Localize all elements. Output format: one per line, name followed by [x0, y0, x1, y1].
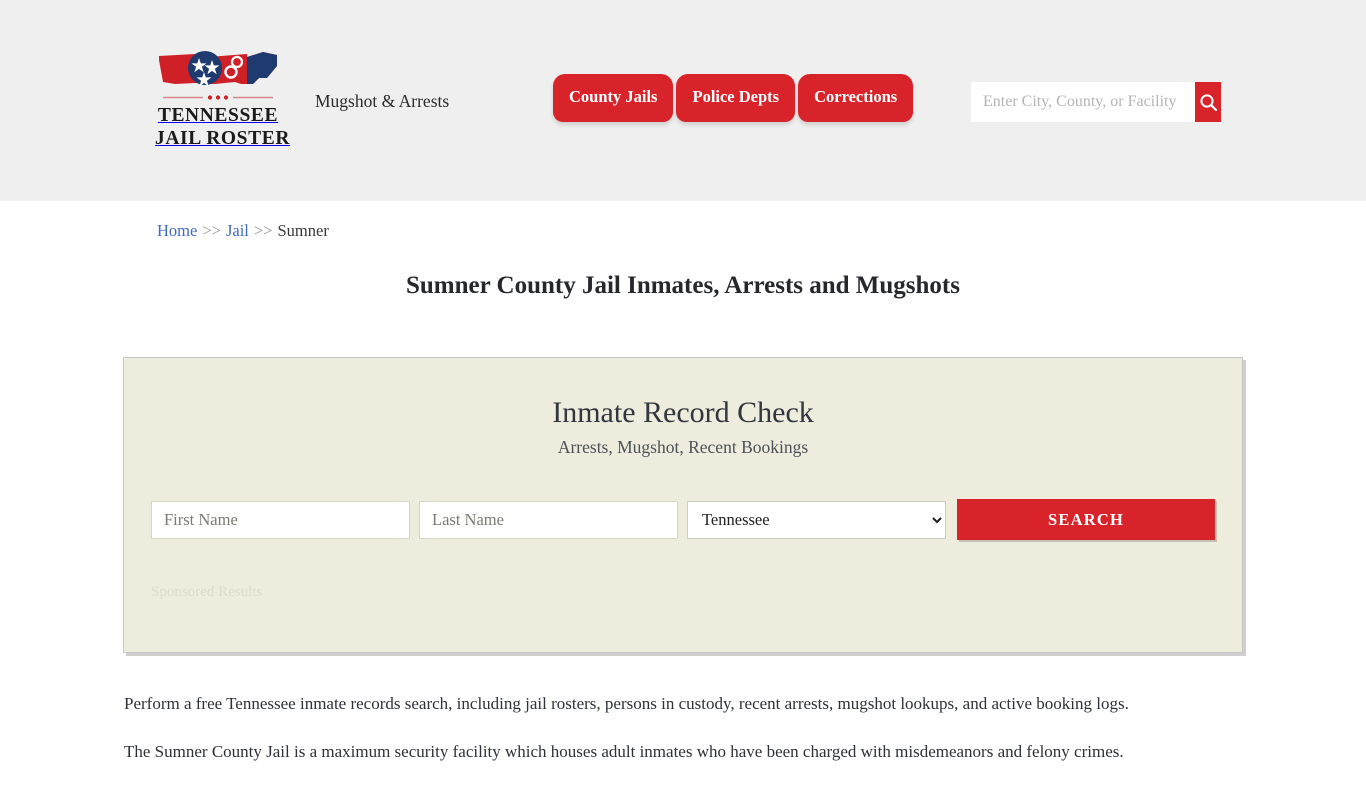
- site-header: TENNESSEE JAIL ROSTER Mugshot & Arrests …: [0, 0, 1366, 201]
- inmate-search-form: Tennessee SEARCH: [151, 499, 1216, 540]
- logo-text-line1: TENNESSEE: [157, 105, 279, 126]
- header-inner: TENNESSEE JAIL ROSTER Mugshot & Arrests …: [0, 0, 1366, 201]
- header-search-button[interactable]: [1195, 82, 1221, 122]
- logo-text-line2: JAIL ROSTER: [155, 128, 291, 149]
- body-paragraph-2: The Sumner County Jail is a maximum secu…: [124, 742, 1124, 761]
- tennessee-state-handcuffs-logo: [159, 51, 277, 87]
- record-check-title: Inmate Record Check: [552, 396, 814, 429]
- site-logo[interactable]: TENNESSEE JAIL ROSTER: [155, 48, 291, 150]
- nav-item-corrections[interactable]: Corrections: [798, 74, 914, 122]
- breadcrumb-link-jail[interactable]: Jail: [226, 221, 249, 240]
- logo-divider-icon: [163, 95, 273, 100]
- breadcrumb-link-home[interactable]: Home: [157, 221, 197, 240]
- breadcrumb-separator-1: >>: [202, 221, 221, 240]
- nav-item-police-depts[interactable]: Police Depts: [676, 74, 796, 122]
- body-paragraph-1: Perform a free Tennessee inmate records …: [124, 694, 1129, 713]
- sponsored-results-label: Sponsored Results: [151, 584, 263, 600]
- first-name-input[interactable]: [151, 500, 410, 539]
- main-navigation: County Jails Police Depts Corrections: [553, 74, 914, 126]
- inmate-record-check-panel: Inmate Record Check Arrests, Mugshot, Re…: [123, 357, 1243, 653]
- breadcrumb-current: Sumner: [277, 221, 329, 240]
- search-submit-button[interactable]: SEARCH: [957, 499, 1215, 540]
- nav-item-county-jails[interactable]: County Jails: [553, 74, 674, 122]
- breadcrumb-separator-2: >>: [253, 221, 273, 240]
- header-search-input[interactable]: [971, 82, 1195, 122]
- last-name-input[interactable]: [419, 500, 678, 539]
- breadcrumb: Home >> Jail >> Sumner: [157, 221, 329, 241]
- header-search: [971, 82, 1221, 122]
- page-body-copy: Perform a free Tennessee inmate records …: [124, 691, 1216, 787]
- page-title: Sumner County Jail Inmates, Arrests and …: [405, 272, 960, 299]
- site-tagline: Mugshot & Arrests: [315, 91, 450, 111]
- search-icon: [1199, 93, 1217, 111]
- state-select[interactable]: Tennessee: [687, 500, 946, 539]
- record-check-subtitle: Arrests, Mugshot, Recent Bookings: [557, 437, 809, 457]
